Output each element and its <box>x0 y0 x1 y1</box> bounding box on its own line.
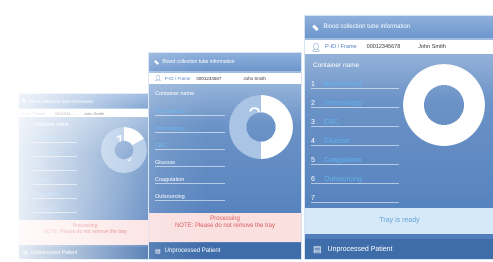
container-item: Biochemical <box>33 129 77 143</box>
patient-name: John Smith <box>243 76 266 81</box>
container-list: Biochemical Immunology CBC Glucose Coagu… <box>33 129 77 227</box>
tube-icon <box>399 58 415 76</box>
pid-value: 0001234... <box>54 110 74 116</box>
container-item: Glucose <box>33 171 77 185</box>
panel-right-id-row: 👤︎ P-ID / Frame 00012345678 John Smith <box>305 40 493 54</box>
progress-total: 6 <box>453 112 462 129</box>
panel-middle-title: Blood collection tube information <box>162 59 235 65</box>
bottom-label: Unprocessed Patient <box>327 245 393 253</box>
progress-count: 6 <box>425 78 442 111</box>
progress-total: 6 <box>127 154 132 163</box>
user-icon: 👤︎ <box>311 42 322 52</box>
list-icon: ▤ <box>23 250 28 256</box>
blood-tube-icon: ▮ <box>310 22 320 32</box>
pid-value: 00012345678 <box>366 44 401 50</box>
container-item: 3 CBC <box>311 108 399 127</box>
container-item: Outsourcing <box>155 184 225 201</box>
container-item: Coagulation <box>33 185 77 199</box>
tray-ready-bar: Tray is ready <box>305 208 493 234</box>
note-text: NOTE: Please do not remove the tray <box>174 223 276 229</box>
unprocessed-patient-button[interactable]: ▤ Unprocessed Patient <box>19 247 151 259</box>
progress-total: 6 <box>266 132 273 144</box>
patient-name: John Smith <box>418 44 446 50</box>
status-text: Processing <box>210 216 240 222</box>
note-text: NOTE: Please do not remove the tray <box>43 229 127 235</box>
progress-ring: 1 6 <box>96 124 147 173</box>
container-item: 1 Biochemical <box>311 70 399 89</box>
container-item: CBC <box>155 133 225 150</box>
container-list: 1 Biochemical 2 Immunology 3 CBC 4 Glucose 5… <box>311 70 399 203</box>
blood-tube-icon: ▮ <box>153 59 161 66</box>
patient-name: John Smith <box>83 110 104 116</box>
panel-left-id-row: P-ID / Frame 0001234... John Smith <box>19 109 151 117</box>
container-heading: Container name <box>33 122 69 128</box>
panel-left-title: Blood collection tube information <box>28 98 94 104</box>
processing-bar: Processing NOTE: Please do not remove th… <box>149 213 301 242</box>
list-icon: ▤ <box>155 248 161 255</box>
bottom-label: Unprocessed Patient <box>164 248 221 254</box>
container-item: Outsourcing <box>33 199 77 213</box>
unprocessed-patient-button[interactable]: ▤ Unprocessed Patient <box>149 243 301 259</box>
progress-count: 3 <box>248 103 262 130</box>
container-heading: Container name <box>155 91 195 97</box>
container-list: Biochemical Immunology CBC Glucose Coagu… <box>155 99 225 218</box>
panel-left-titlebar: ▮ Blood collection tube information <box>19 94 151 108</box>
container-item: Coagulation <box>155 167 225 184</box>
panel-middle-titlebar: ▮ Blood collection tube information <box>149 53 301 71</box>
tube-icon <box>224 90 237 104</box>
container-item: 4 Glucose <box>311 127 399 146</box>
container-item: 6 Outsourcing <box>311 165 399 184</box>
container-item: 2 Immunology <box>311 89 399 108</box>
container-item: 5 Coagulation <box>311 146 399 165</box>
list-icon: ▤ <box>313 243 322 254</box>
processing-bar: Processing NOTE: Please do not remove th… <box>19 220 151 245</box>
user-icon: 👤︎ <box>154 76 162 82</box>
container-item: Biochemical <box>155 99 225 116</box>
progress-ring: 3 6 <box>224 90 293 159</box>
panel-middle-id-row: 👤︎ P-ID / Frame 0001234567 John Smith <box>149 73 301 84</box>
panel-right: ▮ Blood collection tube information 👤︎ P… <box>304 15 493 260</box>
container-item: Immunology <box>155 116 225 133</box>
pid-label: P-ID / Frame <box>164 76 191 81</box>
bottom-label: Unprocessed Patient <box>30 250 78 256</box>
panel-middle: ▮ Blood collection tube information 👤︎ P… <box>148 52 302 260</box>
container-item: 7 <box>311 184 399 203</box>
status-text: Tray is ready <box>379 217 420 224</box>
panel-left: ▮ Blood collection tube information P-ID… <box>18 93 152 260</box>
progress-ring: 6 6 <box>399 58 485 146</box>
pid-label: P-ID / Frame <box>325 44 357 50</box>
container-item: CBC <box>33 157 77 171</box>
container-heading: Container name <box>313 62 360 69</box>
pid-value: 0001234567 <box>196 76 222 81</box>
panel-right-title: Blood collection tube information <box>323 24 411 30</box>
container-item: Glucose <box>155 150 225 167</box>
blood-tube-icon: ▮ <box>21 97 28 105</box>
container-item: Immunology <box>33 143 77 157</box>
pid-label: P-ID / Frame <box>22 110 45 116</box>
unprocessed-patient-button[interactable]: ▤ Unprocessed Patient <box>305 239 493 259</box>
tube-icon <box>96 124 107 135</box>
panel-right-titlebar: ▮ Blood collection tube information <box>305 16 493 38</box>
